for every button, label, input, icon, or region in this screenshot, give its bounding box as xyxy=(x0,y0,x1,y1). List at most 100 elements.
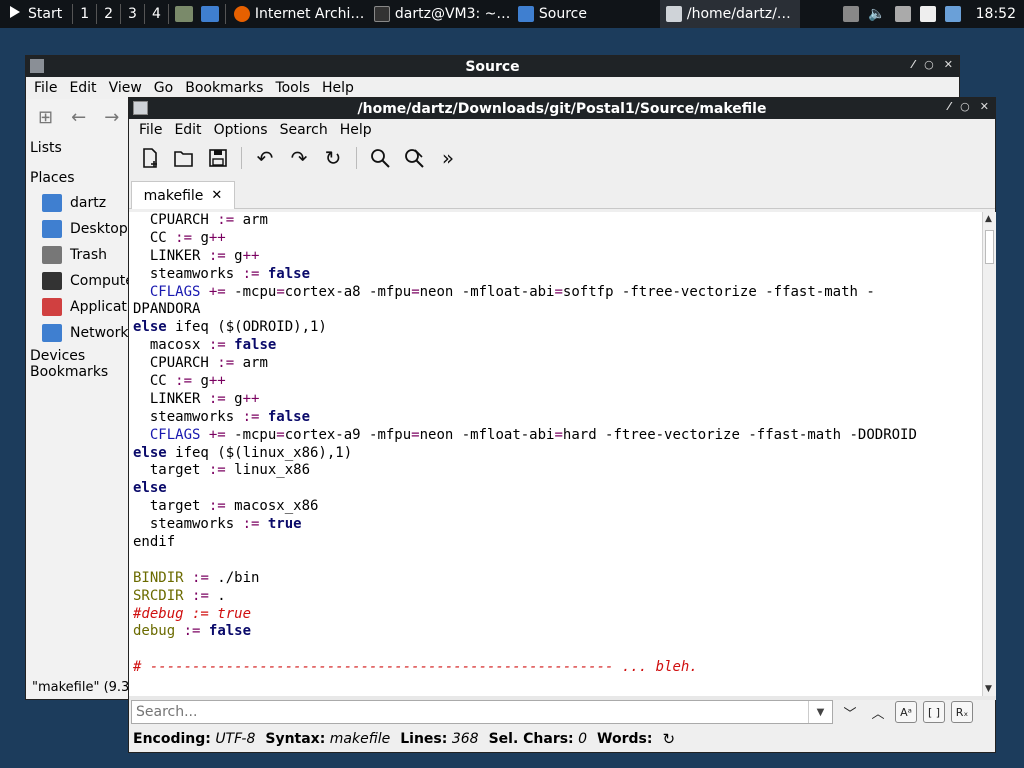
tab-makefile[interactable]: makefile ✕ xyxy=(131,181,235,209)
whole-word-icon[interactable]: [ ] xyxy=(923,701,945,723)
bookmarks-header[interactable]: Bookmarks xyxy=(26,364,131,384)
back-icon[interactable]: ← xyxy=(71,107,86,128)
code-line[interactable]: CFLAGS += -mcpu=cortex-a9 -mfpu=neon -mf… xyxy=(129,427,982,445)
menu-search[interactable]: Search xyxy=(280,122,328,138)
code-line[interactable]: LINKER := g++ xyxy=(129,391,982,409)
menu-tools[interactable]: Tools xyxy=(275,80,310,96)
close-icon[interactable]: ✕ xyxy=(944,58,953,71)
code-line[interactable]: else ifeq ($(linux_x86),1) xyxy=(129,445,982,463)
code-line[interactable]: BINDIR := ./bin xyxy=(129,570,982,588)
code-line[interactable] xyxy=(129,552,982,570)
minimize-icon[interactable]: ⁄ xyxy=(948,100,950,113)
find-next-icon[interactable]: ﹀ xyxy=(839,701,861,723)
start-button[interactable]: Start xyxy=(0,0,70,28)
clock[interactable]: 18:52 xyxy=(976,6,1016,22)
menu-options[interactable]: Options xyxy=(214,122,268,138)
code-line[interactable] xyxy=(129,641,982,659)
code-line[interactable]: SRCDIR := . xyxy=(129,588,982,606)
code-line[interactable]: steamworks := true xyxy=(129,516,982,534)
network-status-icon[interactable] xyxy=(944,6,961,22)
code-line[interactable]: CC := g++ xyxy=(129,373,982,391)
menu-help[interactable]: Help xyxy=(322,80,354,96)
clipboard-icon[interactable] xyxy=(843,6,860,22)
workspace-2[interactable]: 2 xyxy=(99,0,118,28)
menu-bookmarks[interactable]: Bookmarks xyxy=(185,80,263,96)
scroll-thumb[interactable] xyxy=(985,230,994,264)
task-editor[interactable]: /home/dartz/… xyxy=(659,0,800,28)
file-manager-titlebar[interactable]: Source ⁄ ○ ✕ xyxy=(26,56,959,77)
search-input[interactable] xyxy=(136,704,806,720)
menu-help[interactable]: Help xyxy=(340,122,372,138)
menu-view[interactable]: View xyxy=(109,80,142,96)
undo-icon[interactable]: ↶ xyxy=(252,145,278,171)
code-line[interactable]: endif xyxy=(129,534,982,552)
workspace-1[interactable]: 1 xyxy=(75,0,94,28)
find-icon[interactable] xyxy=(367,145,393,171)
place-computer[interactable]: Compute xyxy=(26,268,131,294)
code-line[interactable]: target := macosx_x86 xyxy=(129,498,982,516)
menu-file[interactable]: File xyxy=(139,122,162,138)
code-line[interactable]: steamworks := false xyxy=(129,266,982,284)
search-field[interactable]: ▼ xyxy=(131,700,833,724)
workspace-3[interactable]: 3 xyxy=(123,0,142,28)
task-firefox[interactable]: Internet Archi… xyxy=(228,0,368,28)
code-line[interactable]: DPANDORA xyxy=(129,301,982,319)
lists-header[interactable]: Lists xyxy=(26,136,131,160)
jump-icon[interactable]: » xyxy=(435,145,461,171)
desktop-launcher-icon[interactable] xyxy=(200,6,219,22)
redo-icon[interactable]: ↷ xyxy=(286,145,312,171)
code-line[interactable]: LINKER := g++ xyxy=(129,248,982,266)
new-tab-icon[interactable]: ⊞ xyxy=(38,107,53,128)
task-source[interactable]: Source xyxy=(512,0,660,28)
code-editor[interactable]: CPUARCH := arm CC := g++ LINKER := g++ s… xyxy=(129,212,982,696)
place-network[interactable]: Network xyxy=(26,320,131,346)
reload-icon[interactable]: ↻ xyxy=(320,145,346,171)
scroll-up-icon[interactable]: ▲ xyxy=(985,214,992,224)
forward-icon[interactable]: → xyxy=(104,107,119,128)
match-case-icon[interactable]: Aᵃ xyxy=(895,701,917,723)
place-home[interactable]: dartz xyxy=(26,190,131,216)
notes-icon[interactable] xyxy=(919,6,936,22)
menu-edit[interactable]: Edit xyxy=(174,122,201,138)
tab-close-icon[interactable]: ✕ xyxy=(211,188,222,203)
find-previous-icon[interactable]: ︿ xyxy=(867,701,889,723)
minimize-icon[interactable]: ⁄ xyxy=(912,58,914,71)
place-desktop[interactable]: Desktop xyxy=(26,216,131,242)
code-line[interactable]: CPUARCH := arm xyxy=(129,212,982,230)
save-icon[interactable] xyxy=(205,145,231,171)
menu-edit[interactable]: Edit xyxy=(69,80,96,96)
new-file-icon[interactable] xyxy=(137,145,163,171)
editor-titlebar[interactable]: /home/dartz/Downloads/git/Postal1/Source… xyxy=(129,98,995,119)
code-line[interactable]: else ifeq ($(ODROID),1) xyxy=(129,319,982,337)
code-line[interactable]: #debug := true xyxy=(129,606,982,624)
code-line[interactable]: CC := g++ xyxy=(129,230,982,248)
workspace-4[interactable]: 4 xyxy=(147,0,166,28)
open-file-icon[interactable] xyxy=(171,145,197,171)
places-header[interactable]: Places xyxy=(26,166,131,190)
code-line[interactable]: # --------------------------------------… xyxy=(129,659,982,677)
code-line[interactable]: steamworks := false xyxy=(129,409,982,427)
code-line[interactable]: debug := false xyxy=(129,623,982,641)
volume-icon[interactable]: 🔈 xyxy=(868,6,885,22)
display-icon[interactable] xyxy=(894,6,911,22)
code-line[interactable]: target := linux_x86 xyxy=(129,462,982,480)
menu-file[interactable]: File xyxy=(34,80,57,96)
find-replace-icon[interactable] xyxy=(401,145,427,171)
file-manager-launcher-icon[interactable] xyxy=(174,6,193,22)
maximize-icon[interactable]: ○ xyxy=(924,58,934,71)
close-icon[interactable]: ✕ xyxy=(980,100,989,113)
place-applications[interactable]: Applicati xyxy=(26,294,131,320)
code-line[interactable]: CPUARCH := arm xyxy=(129,355,982,373)
code-line[interactable]: else xyxy=(129,480,982,498)
vertical-scrollbar[interactable]: ▲ ▼ xyxy=(982,212,996,696)
code-line[interactable]: CFLAGS += -mcpu=cortex-a8 -mfpu=neon -mf… xyxy=(129,284,982,302)
code-line[interactable]: macosx := false xyxy=(129,337,982,355)
menu-go[interactable]: Go xyxy=(154,80,173,96)
place-trash[interactable]: Trash xyxy=(26,242,131,268)
devices-header[interactable]: Devices xyxy=(26,346,131,364)
regex-icon[interactable]: Rₓ xyxy=(951,701,973,723)
maximize-icon[interactable]: ○ xyxy=(960,100,970,113)
task-terminal[interactable]: dartz@VM3: ~… xyxy=(368,0,512,28)
scroll-down-icon[interactable]: ▼ xyxy=(985,684,992,694)
refresh-words-icon[interactable]: ↻ xyxy=(662,730,675,748)
